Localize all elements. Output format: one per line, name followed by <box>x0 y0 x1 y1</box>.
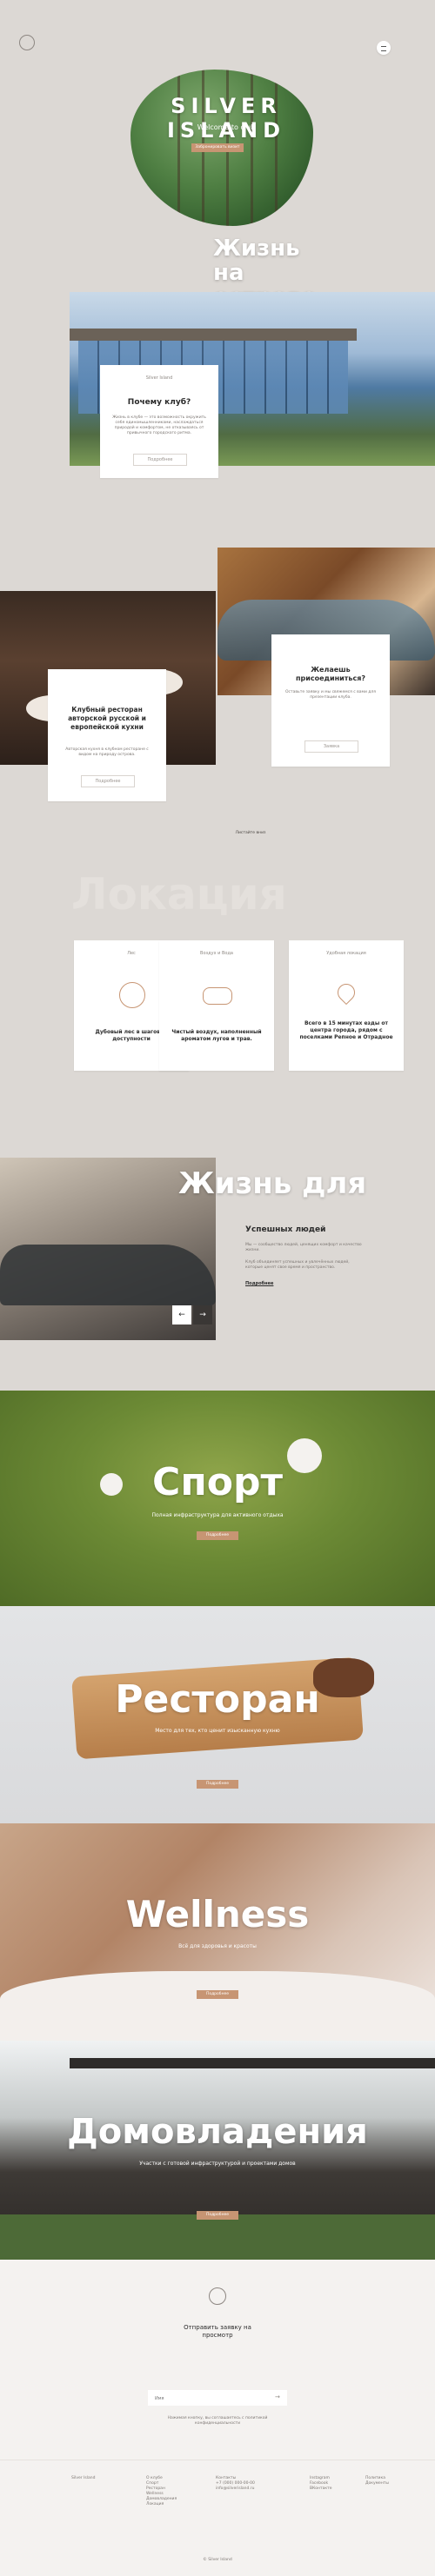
restaurant-section: Ресторан Место для тех, кто ценит изыска… <box>0 1606 435 1823</box>
section-text: Полная инфраструктура для активного отды… <box>151 1512 284 1518</box>
life-link[interactable]: Подробнее <box>245 1281 273 1286</box>
intro-title-line-2: на <box>213 260 244 286</box>
hero-section: SILVER ISLAND Welcome to club Заброниров… <box>0 43 435 252</box>
hero-title: SILVER ISLAND <box>166 94 286 143</box>
restaurant-card-text: Авторская кухня в клубном ресторане с ви… <box>65 747 149 757</box>
intro-card: Silver Island Почему клуб? Жизнь в клубе… <box>100 365 218 478</box>
footer: Silver Island О клубе Спорт Ресторан Wel… <box>0 2460 435 2576</box>
club-section: Клубный ресторан авторской русской и евр… <box>0 539 435 852</box>
section-button[interactable]: Подробнее <box>197 1990 238 1999</box>
footer-col-legal: Политика Документы <box>365 2476 409 2486</box>
section-text: Всё для здоровья и красоты <box>178 1943 257 1949</box>
hero-cta-button[interactable]: Забронировать визит <box>191 143 244 152</box>
contact-form: → <box>148 2390 287 2406</box>
footer-col-social: Instagram Facebook ВКонтакте <box>310 2476 353 2492</box>
intro-card-button[interactable]: Подробнее <box>133 454 187 466</box>
contact-section: Отправить заявку на просмотр → Нажимая к… <box>0 2260 435 2460</box>
section-title: Домовладения <box>67 2112 368 2152</box>
footer-col-brand: Silver Island <box>71 2476 96 2480</box>
hero-subtitle: Welcome to club <box>197 123 256 131</box>
section-button[interactable]: Подробнее <box>197 1780 238 1789</box>
homes-lawn <box>0 2214 435 2260</box>
join-card-title: Желаешь присоединиться? <box>296 666 365 682</box>
location-card-text: Всего в 15 минутах езды от центра города… <box>299 1020 393 1040</box>
air-water-icon <box>203 987 232 1005</box>
intro-card-title: Почему клуб? <box>127 398 191 407</box>
intro-building-roof <box>70 329 357 341</box>
location-ghost-title: Локация <box>71 869 287 920</box>
restaurant-card-button[interactable]: Подробнее <box>81 775 135 787</box>
intro-section: Жизнь на острове Silver Island Почему кл… <box>0 235 435 495</box>
wellness-towel <box>0 1971 435 2041</box>
life-subtitle: Успешных людей <box>245 1225 326 1234</box>
homes-roof <box>70 2058 435 2068</box>
location-pin-icon <box>333 979 359 1006</box>
submit-arrow-icon[interactable]: → <box>275 2393 280 2400</box>
contact-note: Нажимая кнопку, вы соглашаетесь с полити… <box>167 2416 268 2426</box>
arrow-right-icon: → <box>199 1311 206 1319</box>
footer-copyright: © Silver Island <box>203 2558 232 2562</box>
footer-email[interactable]: info@silverisland.ru <box>216 2486 285 2492</box>
footer-legal-link[interactable]: Документы <box>365 2481 409 2486</box>
life-section: Жизнь для Успешных людей Мы — сообщество… <box>0 1147 435 1364</box>
scroll-hint: Листайте вниз <box>235 831 266 835</box>
homes-section: Домовладения Участки с готовой инфрастру… <box>0 2041 435 2260</box>
contact-title: Отправить заявку на просмотр <box>184 2324 251 2339</box>
life-car-shape <box>0 1245 216 1305</box>
footer-col-contacts: Контакты +7 (000) 000-00-00 info@silveri… <box>216 2476 285 2492</box>
section-title: Ресторан <box>115 1677 320 1722</box>
join-card-text: Оставьте заявку и мы свяжемся с вами для… <box>285 690 376 700</box>
arrow-left-icon: ← <box>178 1311 185 1319</box>
section-title: Спорт <box>152 1460 283 1504</box>
slider-prev-button[interactable]: ← <box>172 1305 191 1325</box>
section-title: Wellness <box>125 1893 310 1935</box>
intro-card-label: Silver Island <box>145 375 173 381</box>
join-card: Желаешь присоединиться? Оставьте заявку … <box>271 634 390 767</box>
forest-icon <box>119 982 145 1008</box>
restaurant-card: Клубный ресторан авторской русской и евр… <box>48 669 166 801</box>
location-card-air: Воздух и Вода Чистый воздух, наполненный… <box>159 940 274 1071</box>
life-text-1: Мы — сообщество людей, ценящих комфорт и… <box>245 1243 362 1252</box>
sport-section: Спорт Полная инфраструктура для активног… <box>0 1391 435 1606</box>
slider-next-button[interactable]: → <box>193 1305 212 1325</box>
intro-title-line-1: Жизнь <box>213 236 300 262</box>
footer-link[interactable]: Локация <box>146 2502 198 2507</box>
section-button[interactable]: Подробнее <box>197 1531 238 1540</box>
footer-social-link[interactable]: ВКонтакте <box>310 2486 353 2492</box>
location-card-text: Чистый воздух, наполненный ароматом луго… <box>171 1029 262 1042</box>
intro-card-text: Жизнь в клубе — это возможность окружить… <box>112 415 206 435</box>
contact-logo-icon <box>209 2287 226 2305</box>
section-text: Место для тех, кто ценит изысканную кухн… <box>155 1728 280 1734</box>
restaurant-card-title: Клубный ресторан авторской русской и евр… <box>68 706 146 731</box>
footer-col-nav: О клубе Спорт Ресторан Wellness Домовлад… <box>146 2476 198 2507</box>
location-card-label: Удобная локация <box>326 951 366 956</box>
wellness-section: Wellness Всё для здоровья и красоты Подр… <box>0 1823 435 2041</box>
contact-name-input[interactable] <box>153 2393 261 2405</box>
location-section: Локация Лес Дубовый лес в шаговой доступ… <box>0 860 435 1086</box>
section-button[interactable]: Подробнее <box>197 2211 238 2220</box>
life-title: Жизнь для <box>178 1166 367 1201</box>
join-card-button[interactable]: Заявка <box>304 740 358 753</box>
location-card-label: Воздух и Вода <box>200 951 233 956</box>
location-card-convenient: Удобная локация Всего в 15 минутах езды … <box>289 940 404 1071</box>
life-text-2: Клуб объединяет успешных и увлечённых лю… <box>245 1260 350 1270</box>
section-text: Участки с готовой инфраструктурой и прое… <box>139 2161 296 2167</box>
